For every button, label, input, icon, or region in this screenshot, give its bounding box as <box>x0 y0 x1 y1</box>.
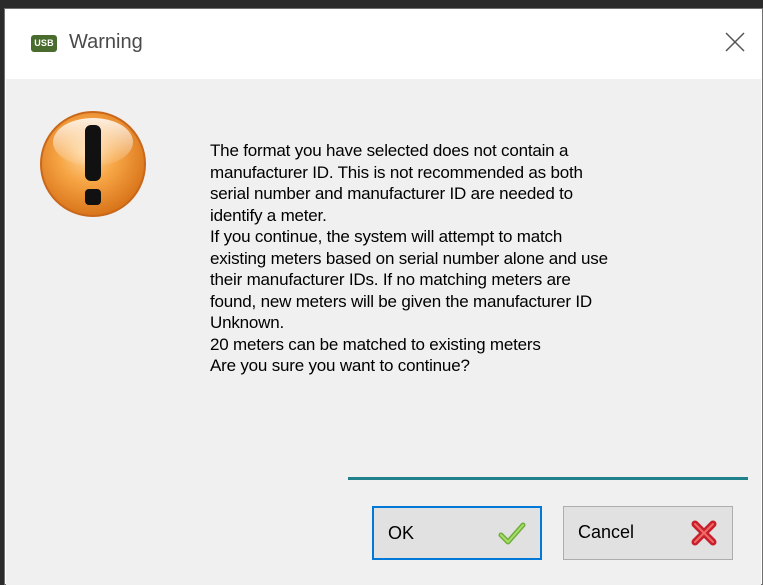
title-bar[interactable]: USB Warning <box>5 9 762 79</box>
red-x-icon <box>691 520 717 546</box>
message-line: Are you sure you want to continue? <box>210 356 470 375</box>
dialog-title: Warning <box>69 31 143 53</box>
checkmark-icon <box>498 522 526 545</box>
ok-button-label: OK <box>388 523 415 543</box>
usb-app-icon: USB <box>31 35 57 52</box>
warning-dialog: USB Warning The format you have selected… <box>4 8 763 585</box>
message-line: existing meters based on serial number a… <box>210 248 608 268</box>
close-button[interactable] <box>716 23 754 61</box>
message-line: manufacturer ID. This is not recommended… <box>210 162 583 182</box>
background-window-edge <box>0 0 763 8</box>
message-line: serial number and manufacturer ID are ne… <box>210 184 573 203</box>
warning-exclamation-icon <box>40 111 146 217</box>
message-line: The format you have selected does not co… <box>210 141 569 160</box>
message-line: found, new meters will be given the manu… <box>210 291 592 311</box>
message-line: Unknown. <box>210 313 284 332</box>
dialog-body: The format you have selected does not co… <box>6 79 761 585</box>
message-line: 20 meters can be matched to existing met… <box>210 334 541 354</box>
message-line: identify a meter. <box>210 205 327 225</box>
cancel-button-label: Cancel <box>578 522 635 542</box>
warning-message: The format you have selected does not co… <box>210 140 730 377</box>
ok-button[interactable]: OK <box>372 506 542 560</box>
cancel-button[interactable]: Cancel <box>563 506 733 560</box>
close-icon <box>725 32 745 52</box>
message-line: If you continue, the system will attempt… <box>210 227 563 246</box>
message-line: their manufacturer IDs. If no matching m… <box>210 270 571 289</box>
accent-divider <box>348 477 748 480</box>
